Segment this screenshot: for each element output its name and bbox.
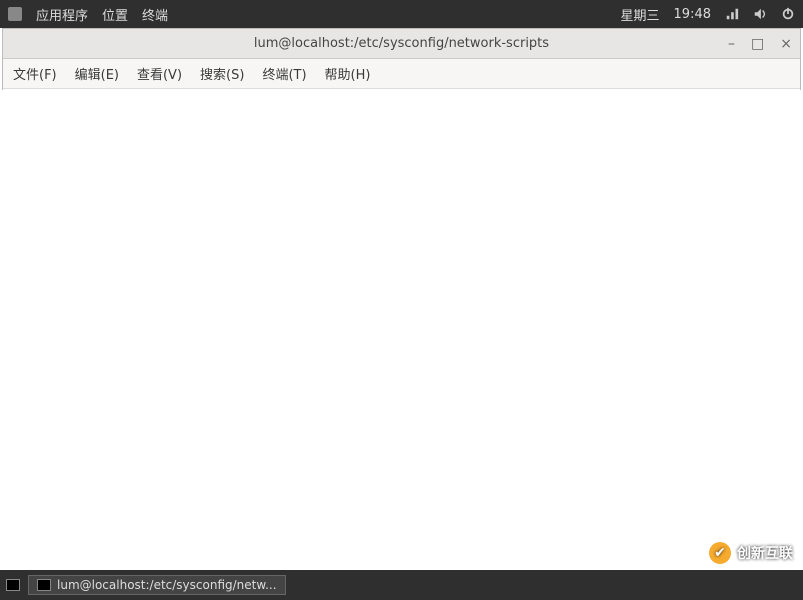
menu-bar: 文件(F) 编辑(E) 查看(V) 搜索(S) 终端(T) 帮助(H) <box>3 59 800 89</box>
power-icon[interactable] <box>781 7 795 21</box>
panel-right: 星期三 19:48 <box>621 5 795 24</box>
watermark-icon: ✔ <box>709 542 731 564</box>
window-controls: – □ × <box>728 36 792 52</box>
taskbar-item-terminal[interactable]: lum@localhost:/etc/sysconfig/netw... <box>28 575 286 595</box>
bottom-taskbar: lum@localhost:/etc/sysconfig/netw... <box>0 570 803 600</box>
window-titlebar: lum@localhost:/etc/sysconfig/network-scr… <box>3 29 800 59</box>
panel-left: 应用程序 位置 终端 <box>8 5 168 24</box>
menu-search[interactable]: 搜索(S) <box>200 64 244 83</box>
task-label: lum@localhost:/etc/sysconfig/netw... <box>57 578 277 592</box>
terminal-menu[interactable]: 终端 <box>142 5 168 24</box>
menu-terminal[interactable]: 终端(T) <box>262 64 306 83</box>
top-panel: 应用程序 位置 终端 星期三 19:48 <box>0 0 803 28</box>
taskbar-terminal-icon[interactable] <box>6 579 20 591</box>
menu-edit[interactable]: 编辑(E) <box>75 64 119 83</box>
window-title: lum@localhost:/etc/sysconfig/network-scr… <box>254 36 549 51</box>
volume-icon[interactable] <box>753 7 767 21</box>
panel-date: 星期三 <box>621 5 660 24</box>
terminal-window: lum@localhost:/etc/sysconfig/network-scr… <box>2 28 801 90</box>
network-icon[interactable] <box>725 7 739 21</box>
panel-time: 19:48 <box>674 7 711 22</box>
close-button[interactable]: × <box>780 36 792 52</box>
places-menu[interactable]: 位置 <box>102 5 128 24</box>
menu-file[interactable]: 文件(F) <box>13 64 57 83</box>
watermark-text: 创新互联 <box>737 543 793 563</box>
apps-menu[interactable]: 应用程序 <box>36 5 88 24</box>
apps-launcher-icon[interactable] <box>8 7 22 21</box>
menu-view[interactable]: 查看(V) <box>137 64 182 83</box>
menu-help[interactable]: 帮助(H) <box>325 64 371 83</box>
watermark: ✔ 创新互联 <box>709 542 793 564</box>
terminal-output[interactable]: ifdown-ib ifdown-Team ifup-ippp ifup-sit… <box>3 89 800 93</box>
maximize-button[interactable]: □ <box>751 36 764 52</box>
task-terminal-icon <box>37 579 51 591</box>
minimize-button[interactable]: – <box>728 36 735 52</box>
